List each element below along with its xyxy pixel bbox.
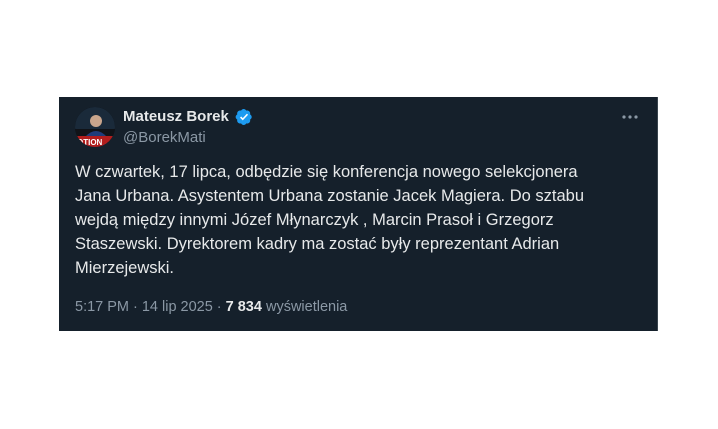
verified-badge-icon [235,108,252,126]
tweet-meta: 5:17 PM · 14 lip 2025 · 7 834 wyświetlenia [75,297,347,317]
avatar-banner-text: OTION [77,138,103,147]
more-options-button[interactable] [615,106,645,128]
meta-separator: · [216,299,222,315]
author-handle[interactable]: @BorekMati [123,128,206,148]
meta-separator: · [133,299,138,315]
tweet-card: OTION Mateusz Borek @BorekMati W czwarte… [59,97,658,331]
author-name[interactable]: Mateusz Borek [123,107,229,127]
card-border [657,97,658,331]
avatar-image: OTION [75,107,115,147]
more-options-icon [622,115,638,119]
views-count: 7 834 [225,299,262,315]
views-label: wyświetlenia [265,299,348,315]
tweet-text: W czwartek, 17 lipca, odbędzie się konfe… [75,163,585,277]
avatar[interactable]: OTION [75,107,115,147]
tweet-date[interactable]: 14 lip 2025 [142,299,213,315]
tweet-time[interactable]: 5:17 PM [75,299,129,315]
